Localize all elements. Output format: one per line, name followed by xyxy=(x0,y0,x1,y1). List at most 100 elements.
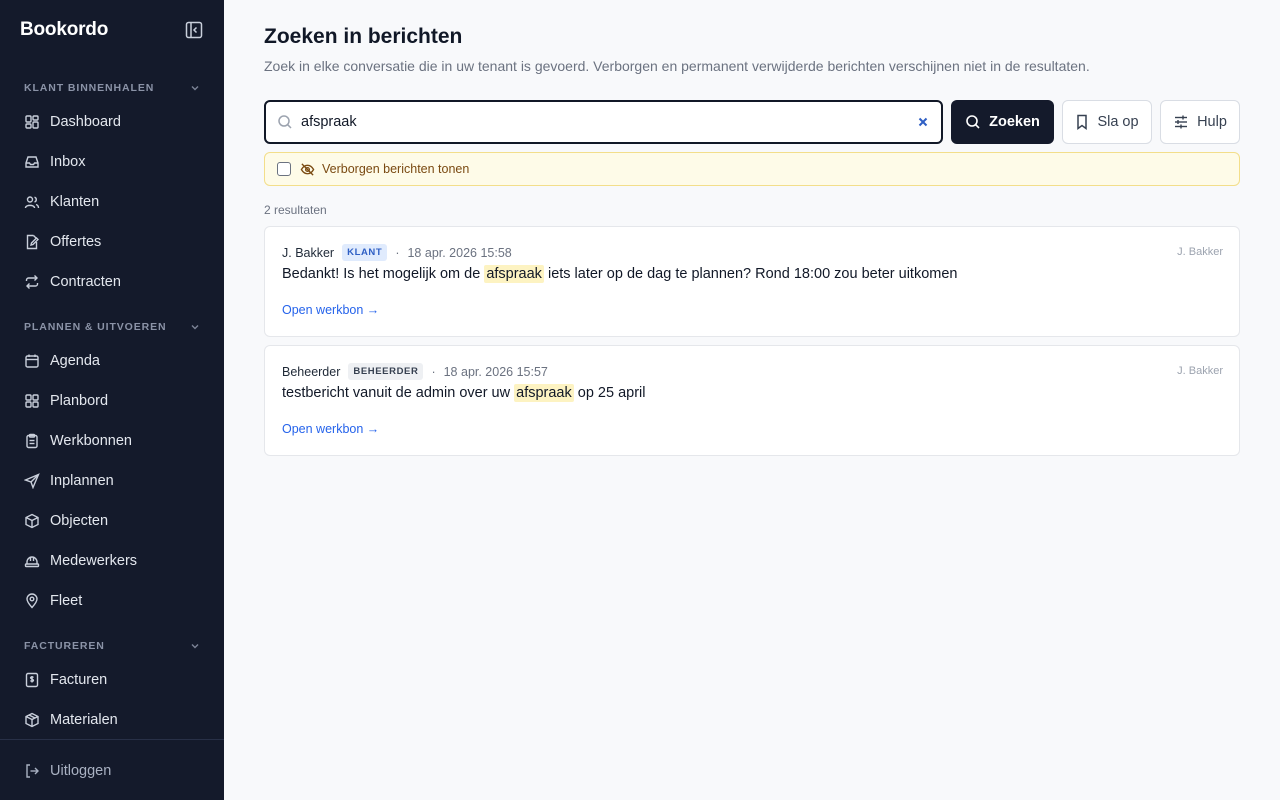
meta-separator: · xyxy=(431,364,436,379)
sidebar-item-dashboard[interactable]: Dashboard xyxy=(24,108,204,136)
search-highlight: afspraak xyxy=(484,265,544,283)
section-header-factureren[interactable]: FACTUREREN xyxy=(24,638,200,654)
sidebar-item-objecten[interactable]: Objecten xyxy=(24,507,204,535)
inbox-icon xyxy=(25,156,39,168)
sidebar-item-label: Inplannen xyxy=(50,473,114,489)
section-header-klant-binnenhalen[interactable]: KLANT BINNENHALEN xyxy=(24,80,200,96)
result-date: 18 apr. 2026 15:58 xyxy=(407,245,512,260)
search-field[interactable] xyxy=(264,100,943,144)
users-icon xyxy=(24,196,40,209)
eye-off-icon xyxy=(300,163,315,176)
box-icon xyxy=(25,513,39,529)
sidebar-item-klanten[interactable]: Klanten xyxy=(24,188,204,216)
result-meta: J. Bakker KLANT · 18 apr. 2026 15:58 xyxy=(282,244,512,261)
sidebar-item-facturen[interactable]: Facturen xyxy=(24,666,204,694)
meta-separator: · xyxy=(395,245,400,260)
bookmark-icon xyxy=(1077,114,1088,130)
sidebar-item-offertes[interactable]: Offertes xyxy=(24,228,204,256)
sidebar-footer: Uitloggen xyxy=(0,739,224,800)
message-text-after: iets later op de dag te plannen? Rond 18… xyxy=(543,266,958,282)
repeat-icon xyxy=(25,275,39,289)
page-subtitle: Zoek in elke conversatie die in uw tenan… xyxy=(264,58,1090,74)
role-badge: BEHEERDER xyxy=(348,363,424,380)
chevron-down-icon xyxy=(191,86,199,91)
logout-button[interactable]: Uitloggen xyxy=(24,757,111,785)
search-icon xyxy=(278,115,292,129)
message-text-before: Bedankt! Is het mogelijk om de xyxy=(282,266,485,282)
sidebar-item-label: Werkbonnen xyxy=(50,433,132,449)
sidebar-item-inplannen[interactable]: Inplannen xyxy=(24,467,204,495)
open-werkbon-link[interactable]: Open werkbon → xyxy=(282,303,379,317)
map-pin-icon xyxy=(26,593,38,609)
sidebar-item-label: Contracten xyxy=(50,274,121,290)
chevron-down-icon xyxy=(191,325,199,330)
help-label: Hulp xyxy=(1197,114,1227,130)
sidebar-item-label: Dashboard xyxy=(50,114,121,130)
sidebar-item-label: Inbox xyxy=(50,154,86,170)
clear-search-icon[interactable] xyxy=(916,115,930,129)
save-search-label: Sla op xyxy=(1097,114,1139,130)
sidebar-item-planbord[interactable]: Planbord xyxy=(24,387,204,415)
message-text-after: op 25 april xyxy=(573,385,646,401)
search-input[interactable] xyxy=(301,102,901,142)
send-icon xyxy=(24,473,40,489)
message-text-before: testbericht vanuit de admin over uw xyxy=(282,385,515,401)
invoice-icon xyxy=(25,672,39,688)
sidebar: Bookordo KLANT BINNENHALEN Dashboard Inb… xyxy=(0,0,224,800)
sidebar-item-label: Objecten xyxy=(50,513,109,529)
sidebar-item-agenda[interactable]: Agenda xyxy=(24,347,204,375)
main-content: Zoeken in berichten Zoek in elke convers… xyxy=(224,0,1280,800)
dashboard-icon xyxy=(25,115,39,129)
sliders-icon xyxy=(1175,115,1188,129)
sidebar-item-inbox[interactable]: Inbox xyxy=(24,148,204,176)
results-count: 2 resultaten xyxy=(264,203,327,217)
section-header-plannen-uitvoeren[interactable]: PLANNEN & UITVOEREN xyxy=(24,319,200,335)
sidebar-item-medewerkers[interactable]: Medewerkers xyxy=(24,547,204,575)
result-card: J. Bakker KLANT · 18 apr. 2026 15:58 J. … xyxy=(264,226,1240,337)
document-edit-icon xyxy=(26,234,39,250)
sidebar-item-label: Fleet xyxy=(50,593,83,609)
result-customer: J. Bakker xyxy=(1177,246,1223,258)
show-hidden-checkbox[interactable] xyxy=(277,162,291,176)
role-badge: KLANT xyxy=(342,244,388,261)
result-message: testbericht vanuit de admin over uw afsp… xyxy=(282,384,646,402)
help-button[interactable]: Hulp xyxy=(1160,100,1240,144)
result-author: Beheerder xyxy=(282,364,341,379)
result-author: J. Bakker xyxy=(282,245,335,260)
search-button[interactable]: Zoeken xyxy=(951,100,1054,144)
result-customer: J. Bakker xyxy=(1177,365,1223,377)
chevron-down-icon xyxy=(191,644,199,649)
result-card: Beheerder BEHEERDER · 18 apr. 2026 15:57… xyxy=(264,345,1240,456)
sidebar-item-werkbonnen[interactable]: Werkbonnen xyxy=(24,427,204,455)
page-title: Zoeken in berichten xyxy=(264,25,463,48)
board-icon xyxy=(25,394,39,408)
result-message: Bedankt! Is het mogelijk om de afspraak … xyxy=(282,265,958,283)
sidebar-item-label: Materialen xyxy=(50,712,118,728)
sidebar-item-label: Agenda xyxy=(50,353,100,369)
calendar-icon xyxy=(25,354,39,368)
sidebar-collapse-icon[interactable] xyxy=(184,20,204,40)
hardhat-icon xyxy=(24,556,40,568)
sidebar-item-label: Klanten xyxy=(50,194,100,210)
logout-label: Uitloggen xyxy=(50,763,112,779)
search-icon xyxy=(966,115,980,129)
sidebar-item-label: Medewerkers xyxy=(50,553,138,569)
logout-icon xyxy=(26,764,39,778)
search-highlight: afspraak xyxy=(514,384,574,402)
sidebar-item-label: Offertes xyxy=(50,234,102,250)
open-werkbon-link[interactable]: Open werkbon → xyxy=(282,422,379,436)
result-date: 18 apr. 2026 15:57 xyxy=(443,364,548,379)
clipboard-icon xyxy=(26,433,38,449)
brand-logo[interactable]: Bookordo xyxy=(20,19,108,41)
sidebar-item-label: Planbord xyxy=(50,393,109,409)
hidden-messages-toggle: Verborgen berichten tonen xyxy=(264,152,1240,186)
result-meta: Beheerder BEHEERDER · 18 apr. 2026 15:57 xyxy=(282,363,548,380)
sidebar-item-contracten[interactable]: Contracten xyxy=(24,268,204,296)
show-hidden-label[interactable]: Verborgen berichten tonen xyxy=(322,162,469,176)
search-button-label: Zoeken xyxy=(989,114,1040,130)
sidebar-item-fleet[interactable]: Fleet xyxy=(24,587,204,615)
sidebar-item-label: Facturen xyxy=(50,672,108,688)
save-search-button[interactable]: Sla op xyxy=(1062,100,1152,144)
package-icon xyxy=(25,712,39,728)
sidebar-item-materialen[interactable]: Materialen xyxy=(24,706,204,734)
